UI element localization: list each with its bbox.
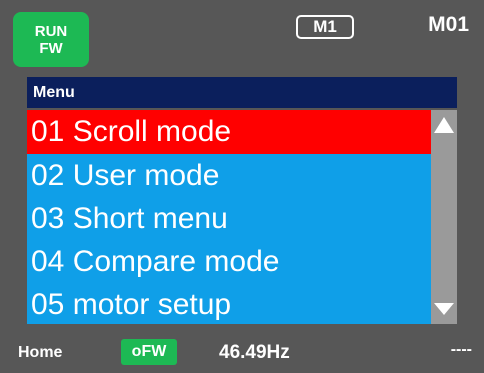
direction-badge: oFW xyxy=(121,339,177,365)
run-status-line2: FW xyxy=(39,39,63,57)
footer-placeholder: ---- xyxy=(450,341,472,358)
menu-item-motor-setup[interactable]: 05 motor setup xyxy=(27,283,431,324)
frequency-readout: 46.49Hz xyxy=(219,342,290,363)
motor-mode-badge: M1 xyxy=(296,15,354,39)
menu-list: 01 Scroll mode 02 User mode 03 Short men… xyxy=(27,110,431,324)
menu-title: Menu xyxy=(27,77,457,108)
menu-item-compare-mode[interactable]: 04 Compare mode xyxy=(27,240,431,283)
menu-scrollbar[interactable] xyxy=(431,110,457,324)
triangle-up-icon[interactable] xyxy=(431,114,457,136)
triangle-down-icon[interactable] xyxy=(431,298,457,320)
menu-item-scroll-mode[interactable]: 01 Scroll mode xyxy=(27,110,431,154)
screen-code: M01 xyxy=(428,13,469,36)
footer-home-label: Home xyxy=(18,344,63,361)
run-status-badge: RUN FW xyxy=(13,12,89,67)
menu-item-user-mode[interactable]: 02 User mode xyxy=(27,154,431,197)
menu-item-short-menu[interactable]: 03 Short menu xyxy=(27,197,431,240)
run-status-line1: RUN xyxy=(34,22,68,40)
